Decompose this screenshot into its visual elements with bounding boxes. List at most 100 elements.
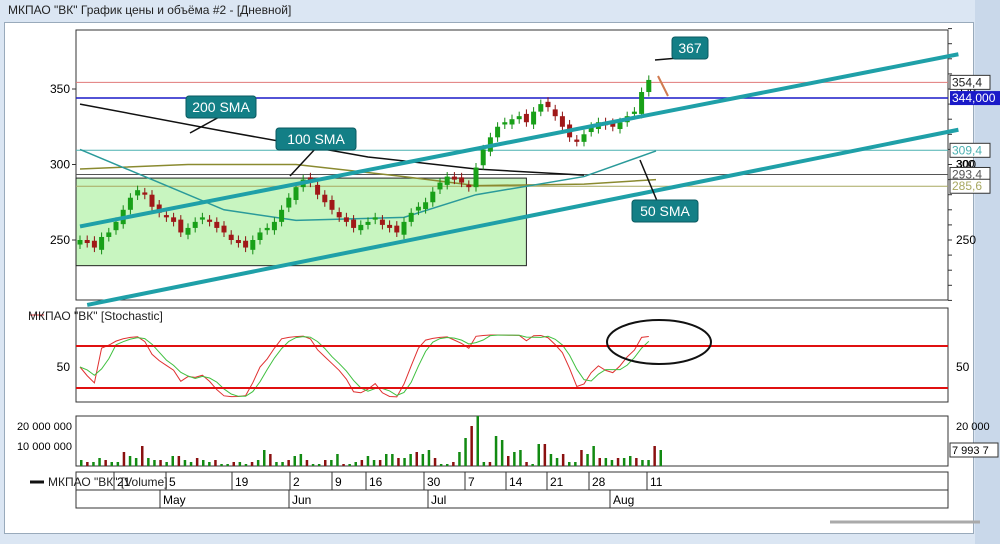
- price-tick-label-right: 250: [956, 233, 976, 247]
- date-tick-label: 7: [468, 475, 475, 489]
- volume-bar: [86, 462, 89, 466]
- candle-body: [315, 184, 321, 195]
- candle-body: [221, 225, 227, 233]
- volume-bar: [452, 462, 455, 466]
- volume-bar: [122, 452, 126, 466]
- date-tick-label: 9: [335, 475, 342, 489]
- volume-bar: [348, 464, 351, 466]
- candle-body: [127, 197, 133, 210]
- candle-body: [509, 119, 515, 125]
- price-tick-label-left: 250: [50, 233, 70, 247]
- volume-bar: [275, 462, 278, 466]
- candle-body: [192, 221, 198, 228]
- volume-bar: [592, 446, 595, 466]
- volume-bar: [622, 458, 626, 466]
- volume-bar: [385, 454, 388, 466]
- volume-bar: [299, 454, 303, 466]
- price-tick-label-left: 350: [50, 82, 70, 96]
- volume-bar: [415, 452, 418, 466]
- candle-body: [581, 134, 587, 142]
- volume-bar: [256, 460, 260, 466]
- candle-body: [358, 224, 364, 231]
- volume-bar: [177, 456, 181, 466]
- candle-body: [279, 209, 285, 222]
- volume-bar: [525, 462, 528, 466]
- volume-bar: [80, 460, 83, 466]
- candle-body: [214, 221, 220, 228]
- volume-bar: [378, 460, 382, 466]
- price-level-label: 354,4: [952, 75, 982, 89]
- volume-bar: [281, 462, 284, 466]
- candle-body: [178, 219, 184, 233]
- volume-bar: [433, 458, 437, 466]
- candle-body: [516, 116, 522, 120]
- volume-bar: [269, 454, 272, 466]
- volume-bar: [543, 444, 547, 466]
- volume-bar: [189, 462, 193, 466]
- candle-body: [293, 187, 299, 200]
- candle-body: [531, 111, 537, 125]
- volume-bar: [464, 438, 467, 466]
- volume-bar: [165, 462, 168, 466]
- candle-body: [545, 101, 551, 108]
- volume-bar: [439, 464, 443, 466]
- volume-bar: [311, 464, 315, 466]
- candle-body: [639, 92, 645, 114]
- candle-body: [480, 149, 486, 166]
- candle-body: [113, 221, 119, 231]
- candle-body: [401, 221, 407, 235]
- volume-bar: [629, 456, 632, 466]
- volume-bar: [519, 450, 522, 466]
- volume-bar: [324, 460, 327, 466]
- volume-bar: [397, 458, 400, 466]
- stochastic-tick-left: 50: [57, 360, 71, 374]
- volume-bar: [555, 458, 559, 466]
- volume-bar: [580, 450, 583, 466]
- volume-bar: [116, 462, 120, 466]
- candle-body: [207, 219, 213, 222]
- volume-bar: [134, 458, 138, 466]
- date-tick-label: 19: [235, 475, 249, 489]
- month-label: May: [163, 493, 186, 507]
- volume-bar: [128, 456, 132, 466]
- volume-badge-label: 7 993 7: [952, 445, 989, 457]
- price-level-label: 309,4: [952, 143, 982, 157]
- volume-bar: [476, 416, 479, 466]
- volume-bar: [598, 458, 601, 466]
- candle-body: [171, 217, 177, 222]
- candle-body: [372, 217, 378, 220]
- volume-bar: [214, 460, 217, 466]
- candle-body: [199, 217, 205, 220]
- volume-bar: [104, 460, 107, 466]
- volume-bar: [354, 462, 357, 466]
- candle-body: [379, 219, 385, 225]
- date-tick-label: 11: [650, 475, 663, 489]
- candle-body: [243, 240, 249, 248]
- highlight-zone: [75, 177, 527, 267]
- volume-bar: [458, 452, 461, 466]
- chart-canvas[interactable]: 250250300300350350300354,4344,000309,429…: [0, 0, 1000, 544]
- volume-bar: [208, 462, 211, 466]
- volume-bar: [616, 458, 620, 466]
- volume-bar: [507, 456, 510, 466]
- candle-body: [286, 197, 292, 208]
- candle-body: [250, 240, 256, 250]
- volume-bar: [659, 450, 662, 466]
- candle-body: [473, 167, 479, 188]
- volume-bar: [317, 464, 321, 466]
- candle-body: [423, 202, 429, 210]
- volume-bar: [250, 462, 254, 466]
- candle-body: [142, 192, 148, 195]
- candle-body: [91, 240, 97, 248]
- volume-bar: [574, 462, 577, 466]
- volume-bar: [159, 460, 162, 466]
- date-tick-label: 5: [169, 475, 176, 489]
- volume-bar: [446, 464, 449, 466]
- volume-bar: [293, 456, 296, 466]
- candle-body: [77, 240, 83, 245]
- candle-body: [149, 194, 155, 207]
- volume-bar: [568, 462, 571, 466]
- volume-tick-left: 20 000 000: [17, 421, 72, 433]
- candle-body: [257, 232, 263, 240]
- volume-bar: [403, 458, 406, 466]
